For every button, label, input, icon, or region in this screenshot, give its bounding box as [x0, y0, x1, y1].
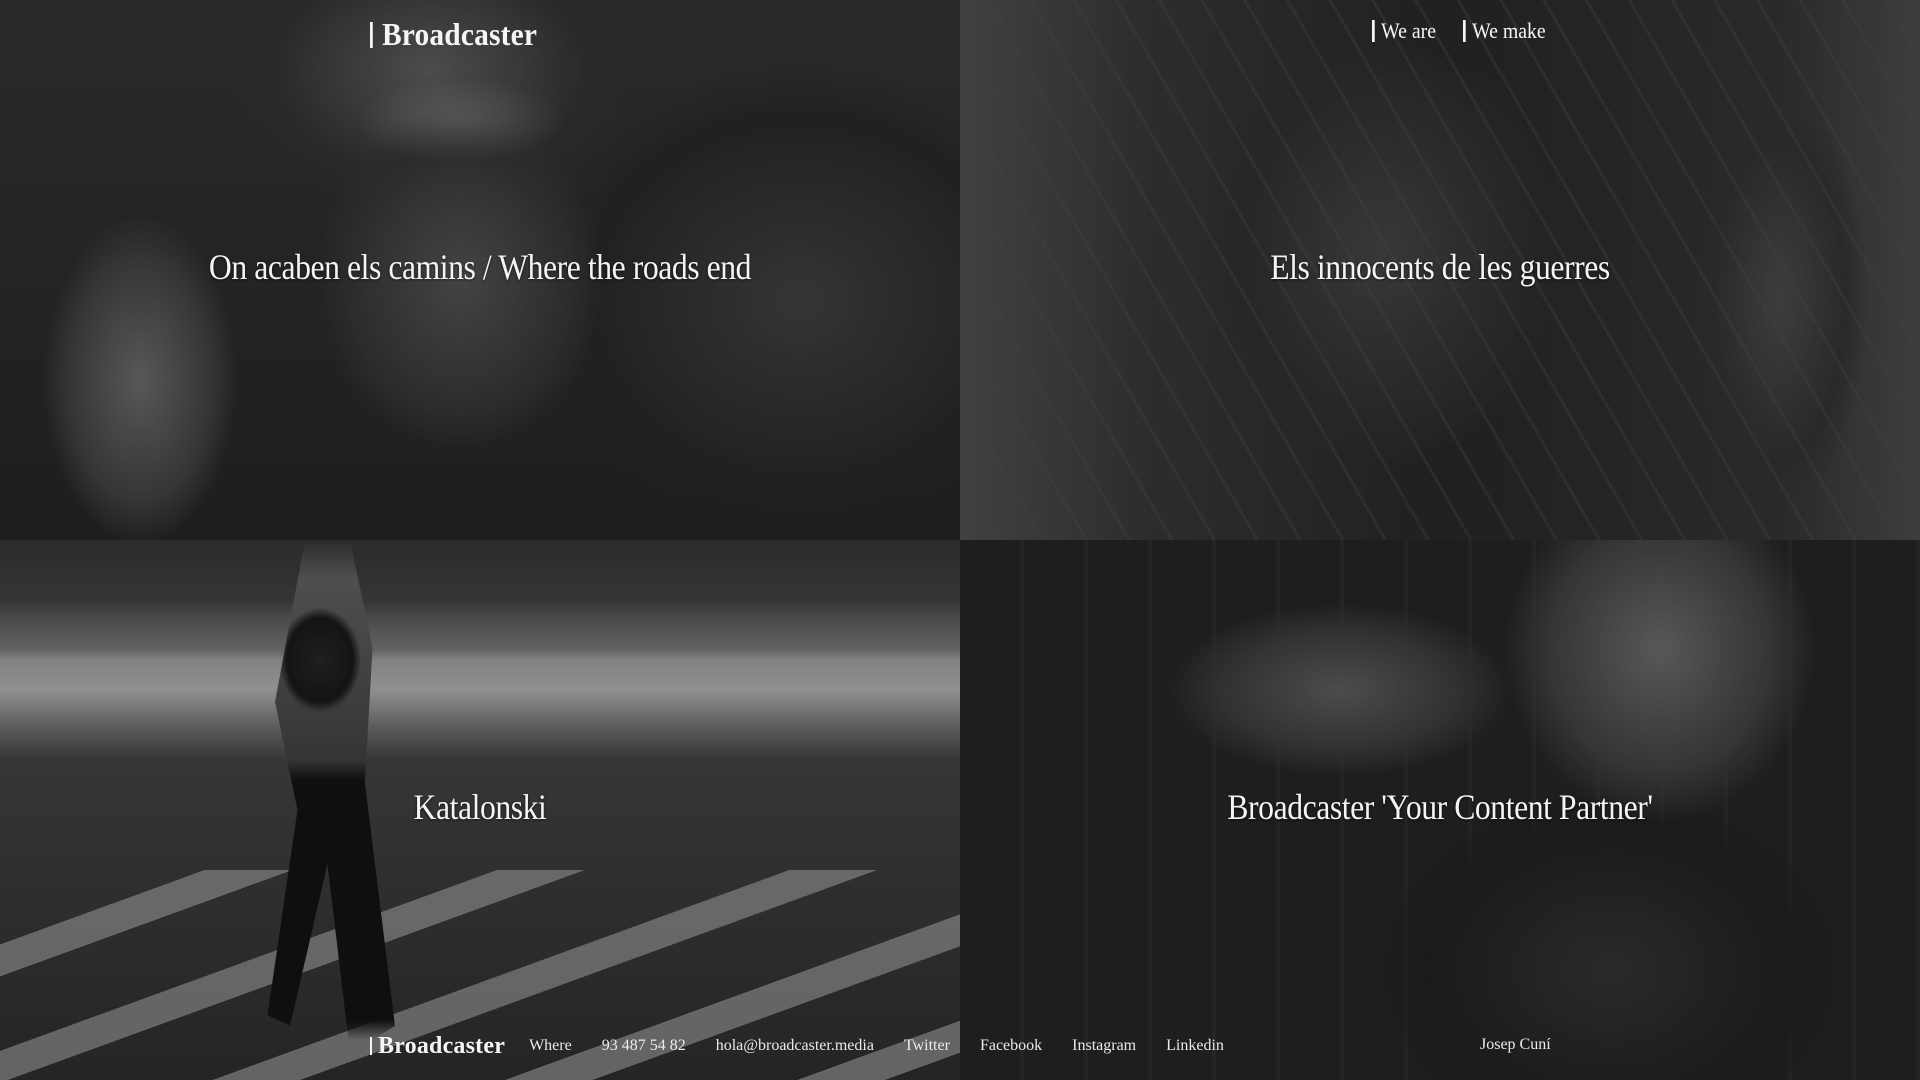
project-tile-your-content-partner[interactable]: Broadcaster 'Your Content Partner' — [960, 540, 1920, 1080]
nav-link-we-are[interactable]: We are — [1372, 18, 1436, 44]
logo-bar-icon — [370, 21, 373, 48]
footer-link-facebook[interactable]: Facebook — [980, 1037, 1042, 1055]
logo-text: Broadcaster — [381, 16, 538, 52]
project-title: Els innocents de les guerres — [1270, 247, 1610, 287]
project-title: On acaben els camins / Where the roads e… — [208, 247, 752, 287]
footer-link-where[interactable]: Where — [529, 1037, 572, 1055]
footer-link-linkedin[interactable]: Linkedin — [1166, 1037, 1224, 1055]
header-logo[interactable]: Broadcaster — [370, 16, 537, 53]
nav-label: We make — [1472, 18, 1546, 43]
logo-text: Broadcaster — [378, 1032, 506, 1059]
project-title: Broadcaster 'Your Content Partner' — [1227, 787, 1653, 827]
project-title: Katalonski — [413, 787, 547, 827]
footer-link-twitter[interactable]: Twitter — [904, 1037, 950, 1055]
footer-credit: Josep Cuní — [1480, 1036, 1551, 1053]
footer: Broadcaster Where 93 487 54 82 hola@broa… — [370, 1031, 1254, 1061]
nav-link-we-make[interactable]: We make — [1463, 18, 1546, 44]
top-nav: We are We make — [1372, 18, 1555, 44]
project-grid: On acaben els camins / Where the roads e… — [0, 0, 1920, 1080]
project-tile-els-innocents[interactable]: Els innocents de les guerres — [960, 0, 1920, 540]
footer-phone[interactable]: 93 487 54 82 — [602, 1037, 686, 1055]
footer-link-instagram[interactable]: Instagram — [1072, 1037, 1136, 1055]
footer-logo[interactable]: Broadcaster — [370, 1033, 505, 1060]
nav-bar-icon — [1372, 20, 1375, 42]
logo-bar-icon — [370, 1037, 372, 1055]
nav-label: We are — [1381, 18, 1437, 43]
page: On acaben els camins / Where the roads e… — [0, 0, 1920, 1080]
footer-email[interactable]: hola@broadcaster.media — [716, 1037, 874, 1055]
project-tile-on-acaben-els-camins[interactable]: On acaben els camins / Where the roads e… — [0, 0, 960, 540]
nav-bar-icon — [1463, 20, 1466, 42]
project-tile-katalonski[interactable]: Katalonski — [0, 540, 960, 1080]
